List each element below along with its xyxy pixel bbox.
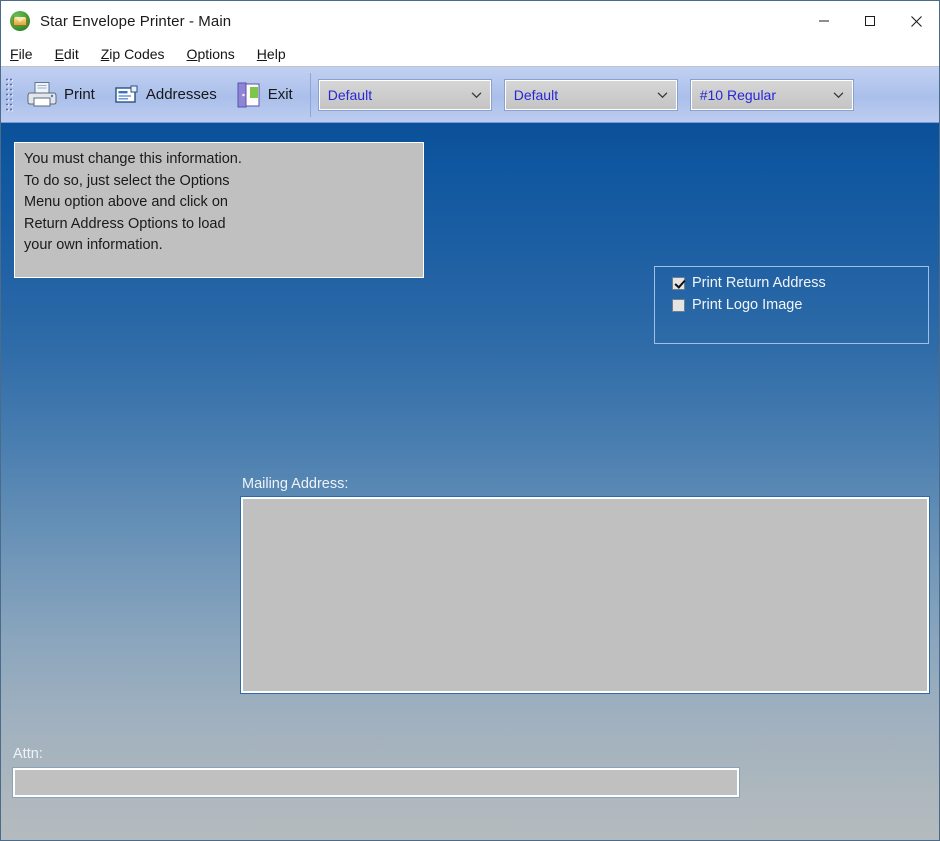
exit-button-label: Exit [267,86,293,103]
mailing-address-input[interactable] [240,496,930,694]
menu-mnemonic: H [256,45,267,62]
print-logo-image-label: Print Logo Image [692,297,803,313]
maximize-icon[interactable] [847,1,893,41]
printer-icon [27,81,57,109]
mailing-address-label: Mailing Address: [242,476,349,492]
tray-select-value: Default [513,86,559,103]
envelope-size-select-value: #10 Regular [699,86,777,103]
menu-mnemonic: F [10,45,19,62]
info-line: Menu option above and click on [24,194,228,210]
printer-select-value: Default [327,86,373,103]
addresses-button-label: Addresses [145,86,217,103]
menu-item-zip-codes[interactable]: Zip Codes [101,46,165,62]
menu-label: dit [63,45,79,62]
print-return-address-checkbox[interactable] [672,276,685,290]
chevron-down-icon [833,81,844,109]
application-window: Star Envelope Printer - Main File Edit Z… [0,0,940,841]
exit-door-icon [237,82,261,108]
minimize-icon[interactable] [801,1,847,41]
window-controls [801,1,939,41]
return-address-info-panel: You must change this information. To do … [14,142,424,278]
chevron-down-icon [471,81,482,109]
print-button[interactable]: Print [18,73,104,117]
chevron-down-icon [657,81,668,109]
printer-select[interactable]: Default [317,78,492,111]
menu-label: ile [18,45,33,62]
info-line: To do so, just select the Options [24,172,230,189]
print-logo-image-checkbox[interactable] [672,298,685,312]
menu-item-file[interactable]: File [10,46,33,62]
exit-button[interactable]: Exit [228,73,302,117]
client-area: You must change this information. To do … [1,123,939,840]
print-return-address-label: Print Return Address [692,275,826,291]
info-line: your own information. [24,237,163,253]
menu-label: ip Codes [109,45,165,62]
menu-bar: File Edit Zip Codes Options Help [1,41,939,67]
tray-select[interactable]: Default [503,78,678,111]
window-title: Star Envelope Printer - Main [40,12,232,30]
menu-mnemonic: O [186,45,198,62]
toolbar-gripper[interactable] [5,76,13,113]
info-line: You must change this information. [24,151,242,167]
menu-item-help[interactable]: Help [257,46,286,62]
envelope-globe-icon [10,11,30,31]
info-line: Return Address Options to load [24,215,226,232]
attn-label: Attn: [13,746,43,762]
menu-label: ptions [197,45,235,62]
print-logo-image-row[interactable]: Print Logo Image [672,297,928,313]
menu-mnemonic: Z [100,45,110,62]
envelope-size-select[interactable]: #10 Regular [689,78,854,111]
addresses-button[interactable]: Addresses [106,73,226,117]
close-icon[interactable] [893,1,939,41]
print-options-panel: Print Return Address Print Logo Image [654,266,929,344]
menu-item-options[interactable]: Options [187,46,235,62]
toolbar: Print Addresses Exit Default Default #10… [1,67,939,123]
title-bar: Star Envelope Printer - Main [1,1,939,41]
print-return-address-row[interactable]: Print Return Address [672,275,928,291]
attn-input[interactable] [12,767,740,798]
menu-label: elp [266,45,286,62]
address-card-icon [115,85,139,105]
menu-item-edit[interactable]: Edit [55,46,79,62]
menu-mnemonic: E [54,45,64,62]
toolbar-separator [309,72,311,117]
print-button-label: Print [64,86,95,103]
